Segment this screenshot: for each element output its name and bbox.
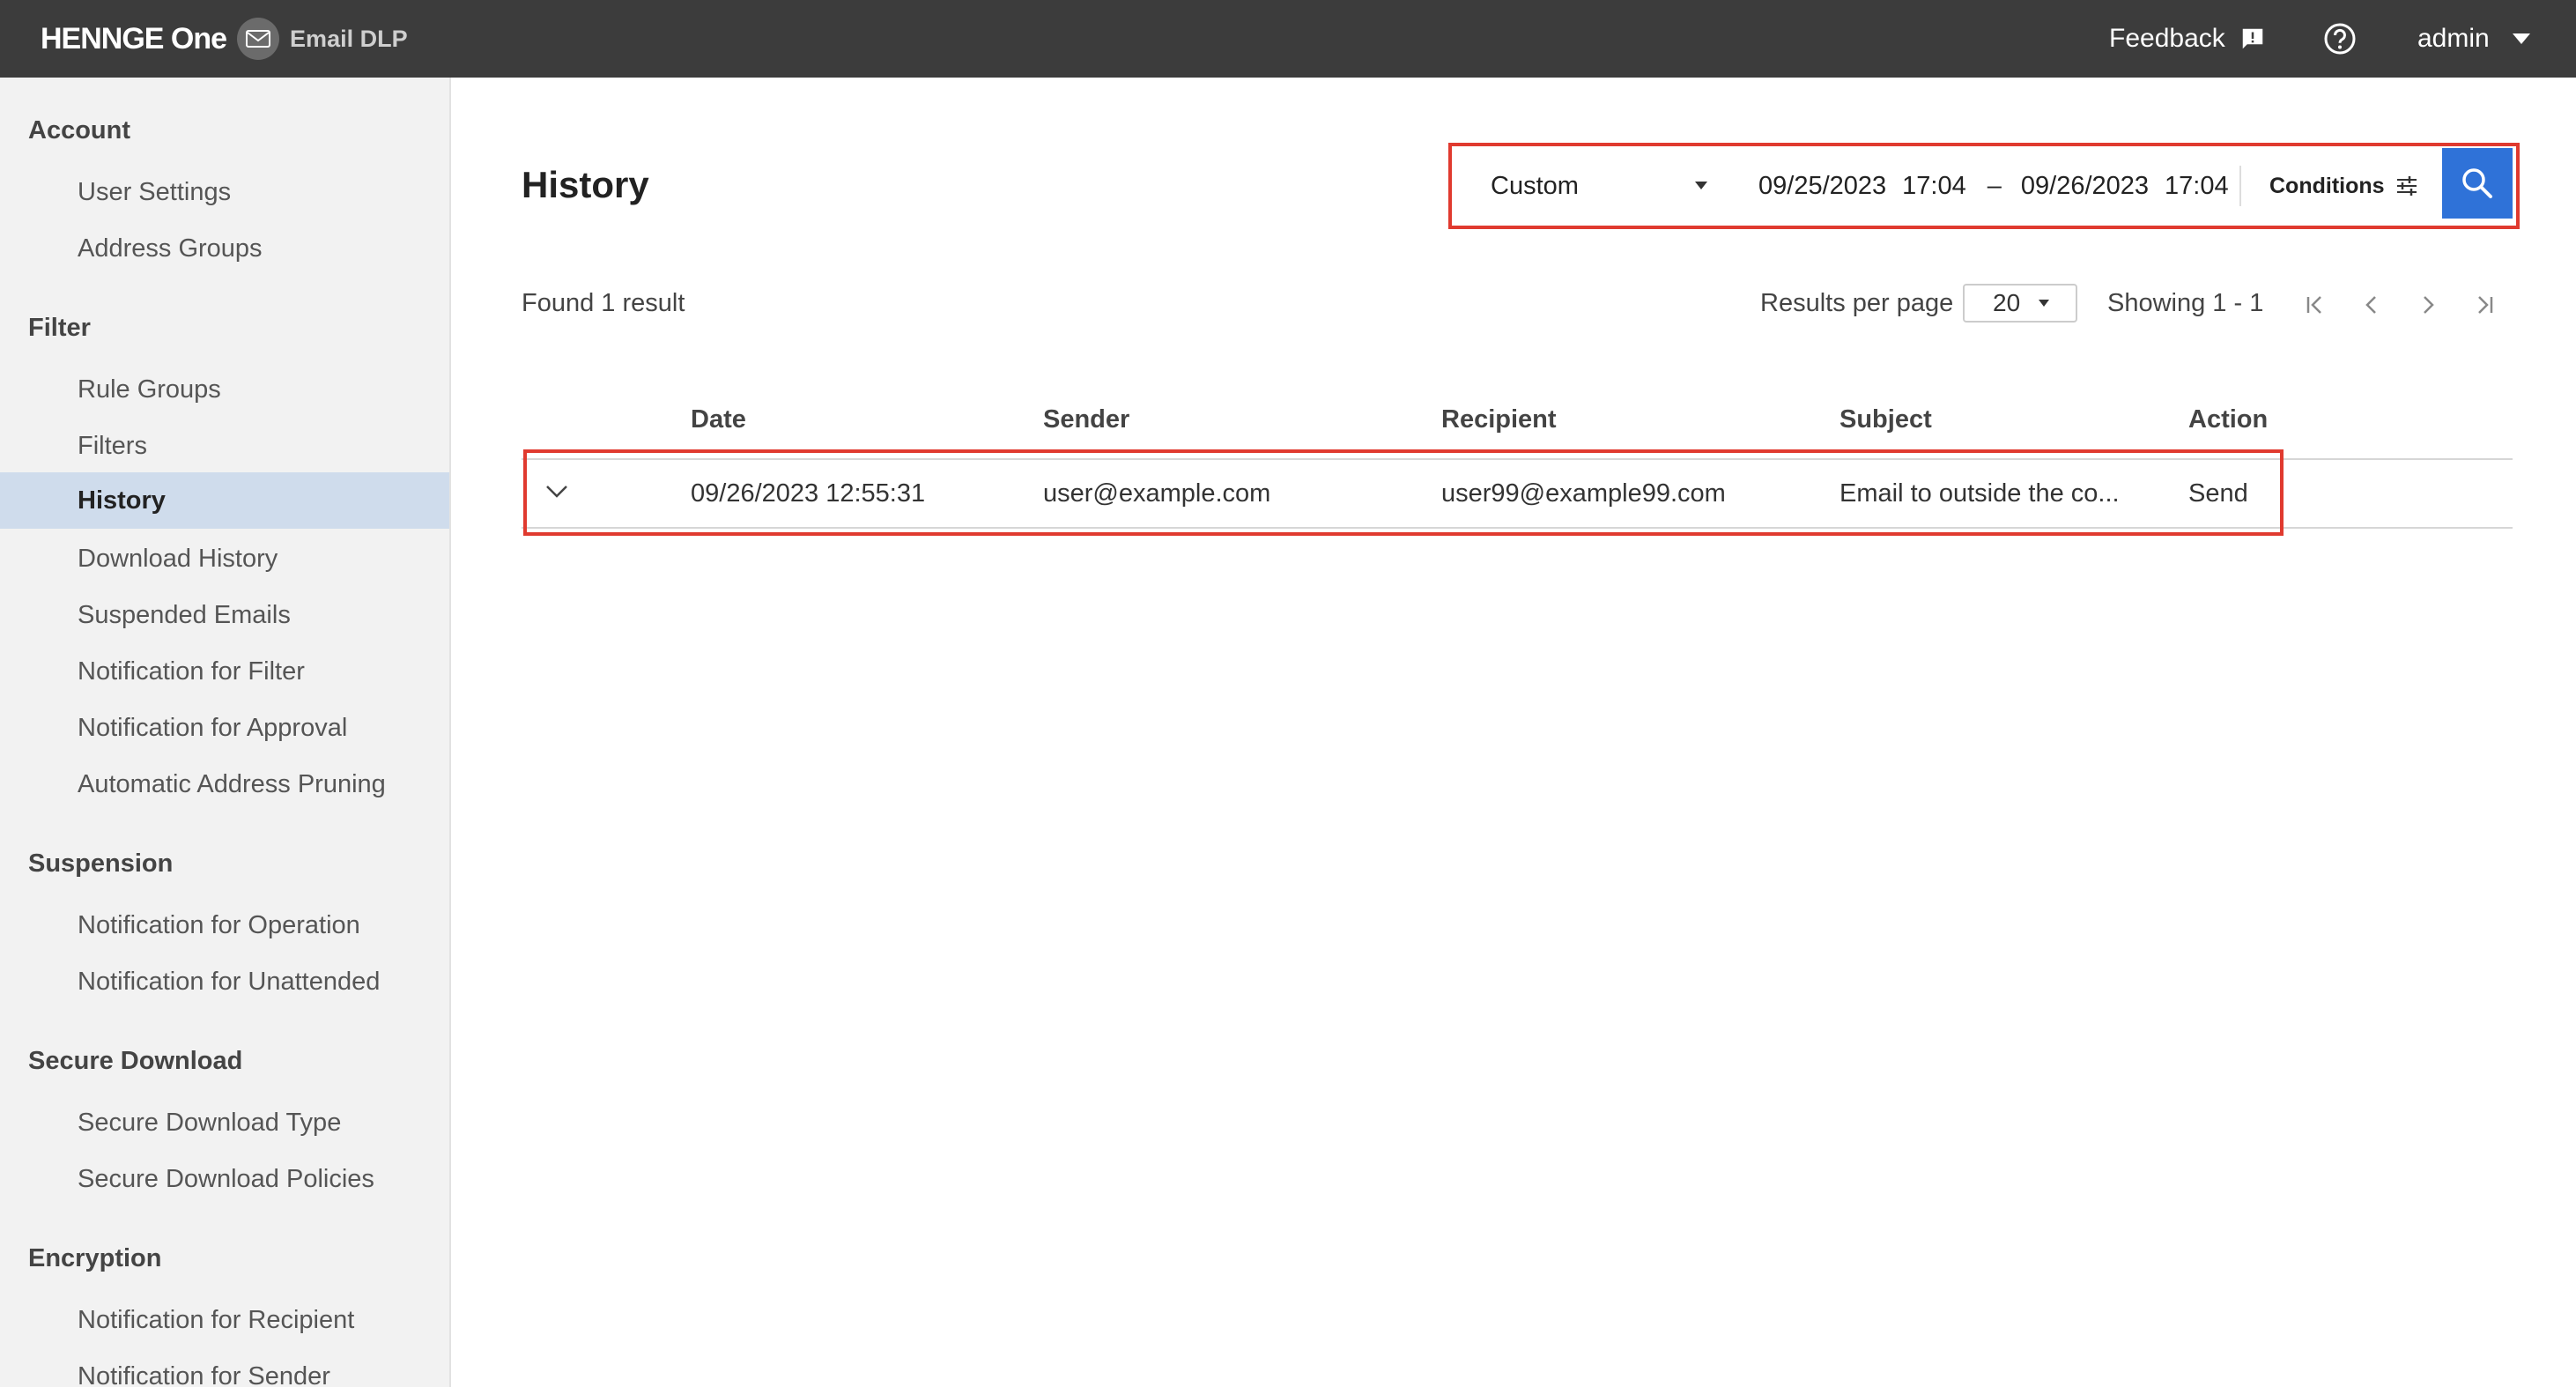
sidebar-item-label: Secure Download Policies bbox=[78, 1164, 374, 1193]
user-name: admin bbox=[2417, 24, 2490, 53]
results-per-page-value: 20 bbox=[1993, 289, 2021, 316]
sidebar-item-rule-groups[interactable]: Rule Groups bbox=[0, 361, 449, 418]
sidebar-item-download-history[interactable]: Download History bbox=[0, 530, 449, 587]
showing-range: Showing 1 - 1 bbox=[2107, 289, 2264, 317]
caret-down-icon bbox=[1695, 182, 1707, 189]
sidebar-item-filters[interactable]: Filters bbox=[0, 418, 449, 474]
sidebar-item-notification-for-operation[interactable]: Notification for Operation bbox=[0, 897, 449, 953]
sidebar-item-label: Automatic Address Pruning bbox=[78, 769, 386, 798]
sidebar-group-filter: Filter bbox=[28, 314, 91, 342]
date-range-select[interactable]: Custom bbox=[1464, 155, 1734, 217]
sidebar-item-label: History bbox=[78, 486, 166, 515]
results-per-page-label: Results per page bbox=[1760, 289, 1954, 317]
column-header-subject[interactable]: Subject bbox=[1839, 405, 1932, 434]
sidebar-item-label: Notification for Recipient bbox=[78, 1305, 355, 1334]
page-title: History bbox=[522, 164, 649, 205]
top-bar: HENNGE One Email DLP Feedback admin bbox=[0, 0, 2576, 78]
date-range-inputs: 09/25/2023 17:04 – 09/26/2023 17:04 bbox=[1758, 155, 2245, 217]
search-icon bbox=[2462, 168, 2492, 198]
sidebar-item-history[interactable]: History bbox=[0, 472, 449, 529]
sidebar-group-account: Account bbox=[28, 116, 130, 145]
conditions-button[interactable]: Conditions bbox=[2269, 155, 2418, 217]
column-header-date[interactable]: Date bbox=[691, 405, 746, 434]
feedback-icon bbox=[2242, 28, 2262, 49]
date-range-select-value: Custom bbox=[1491, 171, 1579, 200]
end-date-input[interactable]: 09/26/2023 bbox=[2021, 172, 2149, 201]
sidebar-item-notification-for-unattended[interactable]: Notification for Unattended bbox=[0, 953, 449, 1010]
sidebar-item-label: Notification for Filter bbox=[78, 656, 305, 686]
table-row-highlight[interactable] bbox=[523, 449, 2284, 536]
column-header-sender[interactable]: Sender bbox=[1043, 405, 1129, 434]
sidebar-item-label: Rule Groups bbox=[78, 375, 221, 404]
user-menu[interactable]: admin bbox=[2417, 0, 2530, 78]
results-per-page-select[interactable]: 20 bbox=[1963, 284, 2077, 323]
sidebar-item-label: Address Groups bbox=[78, 234, 263, 263]
sidebar-item-label: Suspended Emails bbox=[78, 600, 291, 629]
sidebar-group-encryption: Encryption bbox=[28, 1244, 162, 1272]
sidebar-item-secure-download-policies[interactable]: Secure Download Policies bbox=[0, 1151, 449, 1207]
sidebar-item-label: Notification for Operation bbox=[78, 910, 360, 939]
sidebar-item-user-settings[interactable]: User Settings bbox=[0, 164, 449, 220]
help-icon[interactable] bbox=[2322, 21, 2358, 56]
next-page-icon[interactable] bbox=[2409, 286, 2447, 324]
sidebar-item-label: User Settings bbox=[78, 177, 232, 206]
sidebar: Account User Settings Address Groups Fil… bbox=[0, 78, 451, 1387]
sidebar-item-notification-for-filter[interactable]: Notification for Filter bbox=[0, 643, 449, 700]
mail-icon bbox=[237, 18, 280, 60]
conditions-label: Conditions bbox=[2269, 173, 2385, 198]
caret-down-icon bbox=[2512, 33, 2530, 44]
sidebar-group-secure-download: Secure Download bbox=[28, 1047, 243, 1075]
sidebar-group-suspension: Suspension bbox=[28, 849, 174, 878]
sidebar-item-secure-download-type[interactable]: Secure Download Type bbox=[0, 1094, 449, 1151]
date-range-separator: – bbox=[1987, 171, 2002, 200]
start-date-input[interactable]: 09/25/2023 bbox=[1758, 172, 1886, 201]
sidebar-item-notification-for-approval[interactable]: Notification for Approval bbox=[0, 700, 449, 756]
caret-down-icon bbox=[2039, 300, 2049, 307]
feedback-button[interactable]: Feedback bbox=[2109, 0, 2266, 78]
previous-page-icon[interactable] bbox=[2352, 286, 2391, 324]
sidebar-item-label: Notification for Sender bbox=[78, 1361, 330, 1387]
sidebar-item-automatic-address-pruning[interactable]: Automatic Address Pruning bbox=[0, 756, 449, 812]
sidebar-item-label: Secure Download Type bbox=[78, 1108, 342, 1137]
sliders-icon bbox=[2396, 176, 2417, 196]
end-time-input[interactable]: 17:04 bbox=[2165, 172, 2229, 201]
results-count: Found 1 result bbox=[522, 289, 685, 317]
product-name: Email DLP bbox=[290, 25, 408, 52]
brand-logo: HENNGE One bbox=[41, 21, 227, 56]
first-page-icon[interactable] bbox=[2296, 286, 2335, 324]
feedback-label: Feedback bbox=[2109, 24, 2225, 53]
column-header-action[interactable]: Action bbox=[2188, 405, 2268, 434]
column-header-recipient[interactable]: Recipient bbox=[1441, 405, 1557, 434]
conditions-divider bbox=[2239, 166, 2241, 206]
sidebar-item-label: Notification for Approval bbox=[78, 713, 348, 742]
last-page-icon[interactable] bbox=[2465, 286, 2504, 324]
sidebar-item-notification-for-sender[interactable]: Notification for Sender bbox=[0, 1348, 449, 1387]
sidebar-item-label: Notification for Unattended bbox=[78, 967, 381, 996]
start-time-input[interactable]: 17:04 bbox=[1902, 172, 1966, 201]
sidebar-item-label: Filters bbox=[78, 431, 147, 460]
sidebar-item-notification-for-recipient[interactable]: Notification for Recipient bbox=[0, 1292, 449, 1348]
search-button[interactable] bbox=[2442, 148, 2513, 219]
sidebar-item-address-groups[interactable]: Address Groups bbox=[0, 220, 449, 277]
brand[interactable]: HENNGE One Email DLP bbox=[41, 0, 408, 78]
sidebar-item-label: Download History bbox=[78, 544, 278, 573]
sidebar-item-suspended-emails[interactable]: Suspended Emails bbox=[0, 587, 449, 643]
